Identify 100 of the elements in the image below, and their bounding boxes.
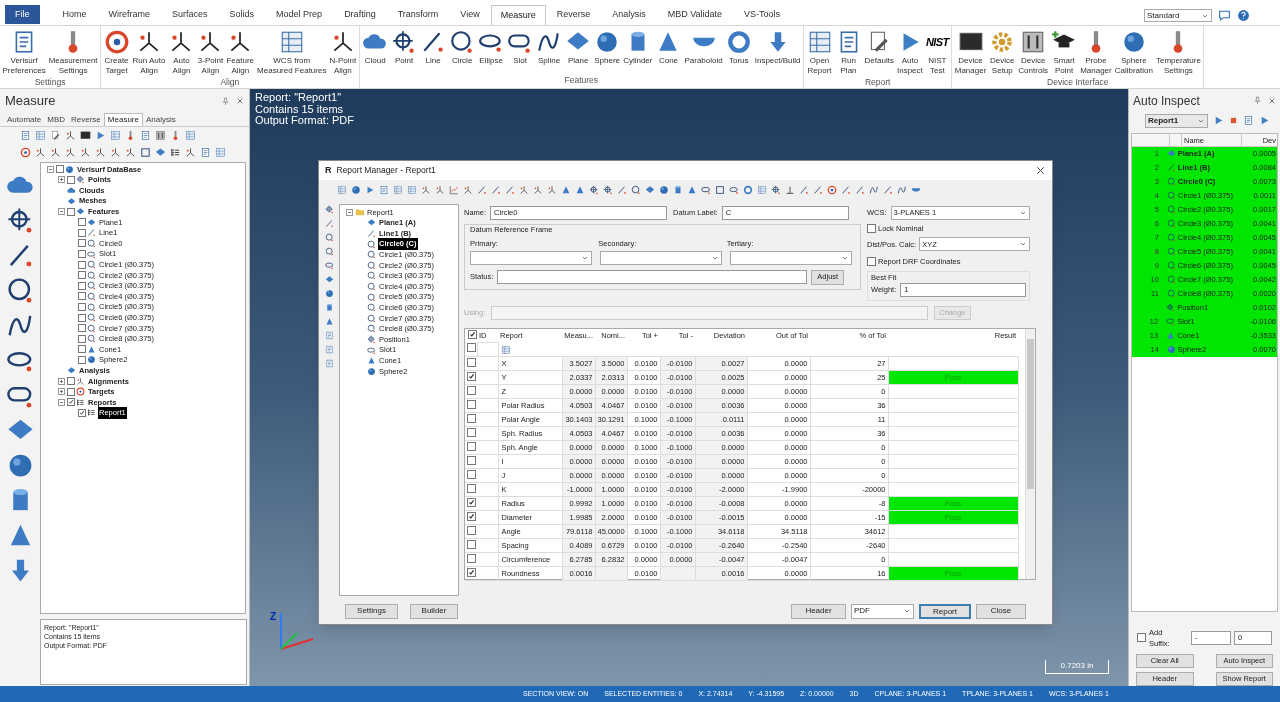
expander-icon[interactable]	[58, 176, 65, 184]
expander-icon[interactable]	[47, 165, 54, 173]
axes-icon[interactable]	[463, 184, 473, 195]
ribbon-tab[interactable]: Analysis	[601, 5, 657, 25]
ribbon-button[interactable]: Device Setup	[987, 29, 1017, 76]
expander-icon[interactable]	[58, 388, 65, 396]
ribbon-tab[interactable]: Reverse	[545, 5, 602, 25]
checkbox[interactable]	[78, 356, 86, 364]
ribbon-button[interactable]: Ellipse	[476, 29, 506, 66]
document-icon[interactable]	[20, 130, 31, 141]
crosshair-icon[interactable]	[603, 184, 613, 195]
close-icon[interactable]	[1268, 96, 1276, 105]
ribbon-tab[interactable]: Drafting	[333, 5, 387, 25]
checkbox[interactable]	[467, 385, 476, 395]
checkbox[interactable]	[467, 455, 476, 465]
style-dropdown[interactable]: Standard	[1144, 9, 1212, 22]
ribbon-button[interactable]: Inspect/Build	[753, 29, 803, 66]
ribbon-tab[interactable]: Measure	[490, 5, 546, 25]
ribbon-button[interactable]: Temperature Settings	[1154, 29, 1203, 76]
ribbon-tab[interactable]: Transform	[386, 5, 450, 25]
monitor-icon[interactable]	[80, 130, 91, 141]
ribbon-button[interactable]: NIST NIST Test	[924, 29, 951, 76]
panel-icon[interactable]	[155, 130, 166, 141]
axes-icon[interactable]	[435, 184, 445, 195]
close-button[interactable]: Close	[976, 603, 1026, 619]
checkbox[interactable]	[78, 303, 86, 311]
ribbon-tab[interactable]: Model Prep	[265, 5, 334, 25]
panel-tab[interactable]: MBD	[44, 113, 69, 126]
scroll-thumb[interactable]	[1027, 338, 1034, 489]
ribbon-tab[interactable]: Solids	[218, 5, 266, 25]
header-button[interactable]: Header	[791, 603, 846, 619]
ribbon-button[interactable]: Spline	[534, 29, 564, 66]
ellipse-icon[interactable]	[729, 184, 739, 195]
checkbox[interactable]	[78, 281, 86, 290]
ribbon-tab[interactable]: Wireframe	[97, 5, 162, 25]
expander-icon[interactable]	[346, 208, 353, 216]
ribbon-button[interactable]: Auto Align	[167, 29, 196, 76]
ribbon-button[interactable]: Run Plan	[834, 29, 864, 76]
play-icon[interactable]	[95, 130, 106, 141]
ribbon-tab[interactable]: View	[449, 5, 491, 25]
grid-icon[interactable]	[110, 130, 121, 141]
panel-tab[interactable]: Reverse	[68, 113, 104, 126]
stop-icon[interactable]	[1229, 116, 1238, 126]
checkbox[interactable]	[467, 483, 476, 493]
panel-tab[interactable]: Automate	[4, 113, 45, 126]
checkbox[interactable]	[78, 408, 86, 417]
ribbon-tab[interactable]: MBD Validate	[656, 5, 734, 25]
checkbox[interactable]	[67, 377, 75, 386]
close-icon[interactable]	[1035, 165, 1046, 176]
axes-icon[interactable]	[95, 147, 106, 158]
dropdown[interactable]	[470, 250, 592, 265]
panel-tab[interactable]: Analysis	[142, 113, 179, 126]
ribbon-button[interactable]: Device Manager	[953, 29, 988, 76]
ribbon-button[interactable]: Verisurf Preferences	[1, 29, 48, 76]
grid-icon[interactable]	[407, 184, 417, 195]
checkbox[interactable]	[78, 250, 86, 259]
builder-button[interactable]: Builder	[410, 603, 458, 619]
checkbox[interactable]	[78, 218, 86, 227]
checkbox[interactable]	[78, 260, 86, 269]
play-icon[interactable]	[1259, 115, 1270, 127]
sphere-icon[interactable]	[351, 184, 361, 195]
checkbox[interactable]	[1137, 633, 1146, 643]
report-button[interactable]: Report	[919, 603, 971, 619]
expander-icon[interactable]	[58, 208, 65, 216]
diamond-icon[interactable]	[324, 275, 334, 284]
ribbon-button[interactable]: Plane	[563, 29, 593, 66]
checkbox[interactable]	[467, 399, 476, 409]
cylinder-icon[interactable]	[673, 184, 683, 195]
dropdown[interactable]	[600, 250, 722, 265]
ribbon-button[interactable]: Slot	[505, 29, 535, 66]
checkbox[interactable]	[78, 334, 86, 343]
checkbox[interactable]	[78, 292, 86, 301]
play-icon[interactable]	[365, 184, 375, 195]
pin-icon[interactable]	[221, 96, 230, 106]
checkbox[interactable]	[67, 398, 75, 407]
ribbon-button[interactable]: Measurement Settings	[47, 29, 100, 76]
sphere-icon[interactable]	[659, 184, 669, 195]
input-field[interactable]	[491, 305, 929, 320]
diamond-icon[interactable]	[645, 184, 655, 195]
ribbon-button[interactable]: Sphere Calibration	[1113, 29, 1155, 76]
checkbox[interactable]	[78, 324, 86, 333]
axes-icon[interactable]	[65, 147, 76, 158]
axes-icon[interactable]	[421, 184, 431, 195]
input-field[interactable]	[497, 270, 808, 284]
checkbox[interactable]	[67, 175, 75, 184]
checkbox[interactable]	[867, 257, 876, 267]
ring-icon[interactable]	[743, 184, 753, 195]
diamond-icon[interactable]	[155, 147, 166, 158]
axes-icon[interactable]	[533, 184, 543, 195]
ribbon-button[interactable]: Defaults	[863, 29, 896, 66]
ribbon-button[interactable]: Open Report	[805, 29, 835, 76]
ribbon-button[interactable]: Cylinder	[621, 29, 654, 66]
cone-icon[interactable]	[687, 184, 697, 195]
dropdown[interactable]	[730, 250, 852, 265]
checkbox[interactable]	[467, 343, 476, 353]
target-icon[interactable]	[827, 184, 837, 195]
axes-icon[interactable]	[50, 147, 61, 158]
ribbon-button[interactable]: Torus	[724, 29, 754, 66]
crosshair-icon[interactable]	[589, 184, 599, 195]
cone-icon[interactable]	[324, 317, 334, 326]
